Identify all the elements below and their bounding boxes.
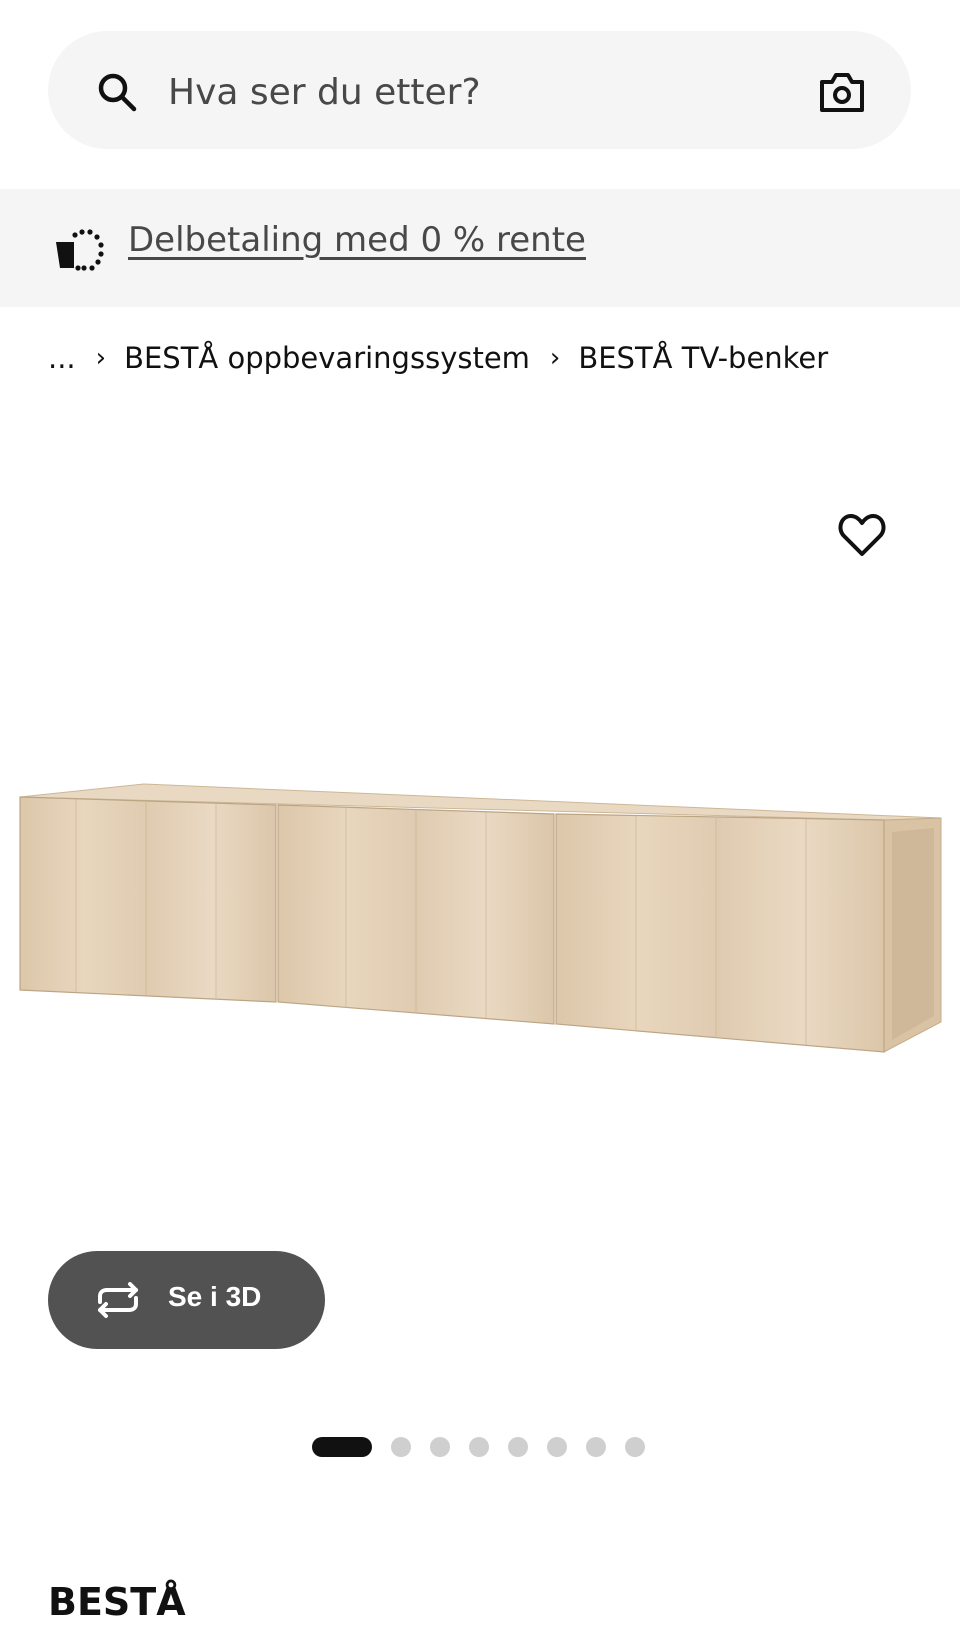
- carousel-dot[interactable]: [625, 1437, 645, 1457]
- chevron-right-icon: ›: [549, 343, 561, 373]
- view-in-3d-label: Se i 3D: [168, 1281, 262, 1312]
- search-icon[interactable]: [96, 71, 138, 113]
- breadcrumb-item-besta-tv-benches[interactable]: BESTÅ TV-benker: [578, 341, 828, 375]
- carousel-dot[interactable]: [586, 1437, 606, 1457]
- view-in-3d-button[interactable]: Se i 3D: [48, 1251, 325, 1349]
- search-input[interactable]: [168, 65, 768, 119]
- product-image[interactable]: [16, 780, 944, 1060]
- carousel-dot[interactable]: [547, 1437, 567, 1457]
- carousel-indicator: [312, 1437, 664, 1457]
- carousel-dot[interactable]: [469, 1437, 489, 1457]
- chevron-right-icon: ›: [95, 343, 107, 373]
- breadcrumb-ellipsis[interactable]: ...: [48, 341, 76, 375]
- breadcrumb: ... › BESTÅ oppbevaringssystem › BESTÅ T…: [48, 338, 828, 378]
- carousel-dot[interactable]: [508, 1437, 528, 1457]
- carousel-dot[interactable]: [391, 1437, 411, 1457]
- breadcrumb-item-besta-storage[interactable]: BESTÅ oppbevaringssystem: [124, 341, 530, 375]
- product-title: BESTÅ: [48, 1580, 186, 1624]
- installment-link[interactable]: Delbetaling med 0 % rente: [128, 220, 586, 260]
- heart-icon[interactable]: [838, 512, 886, 558]
- installment-icon: [56, 229, 104, 271]
- rotate-3d-icon: [98, 1282, 138, 1318]
- camera-icon[interactable]: [818, 70, 866, 114]
- carousel-dot-active[interactable]: [312, 1437, 372, 1457]
- carousel-dot[interactable]: [430, 1437, 450, 1457]
